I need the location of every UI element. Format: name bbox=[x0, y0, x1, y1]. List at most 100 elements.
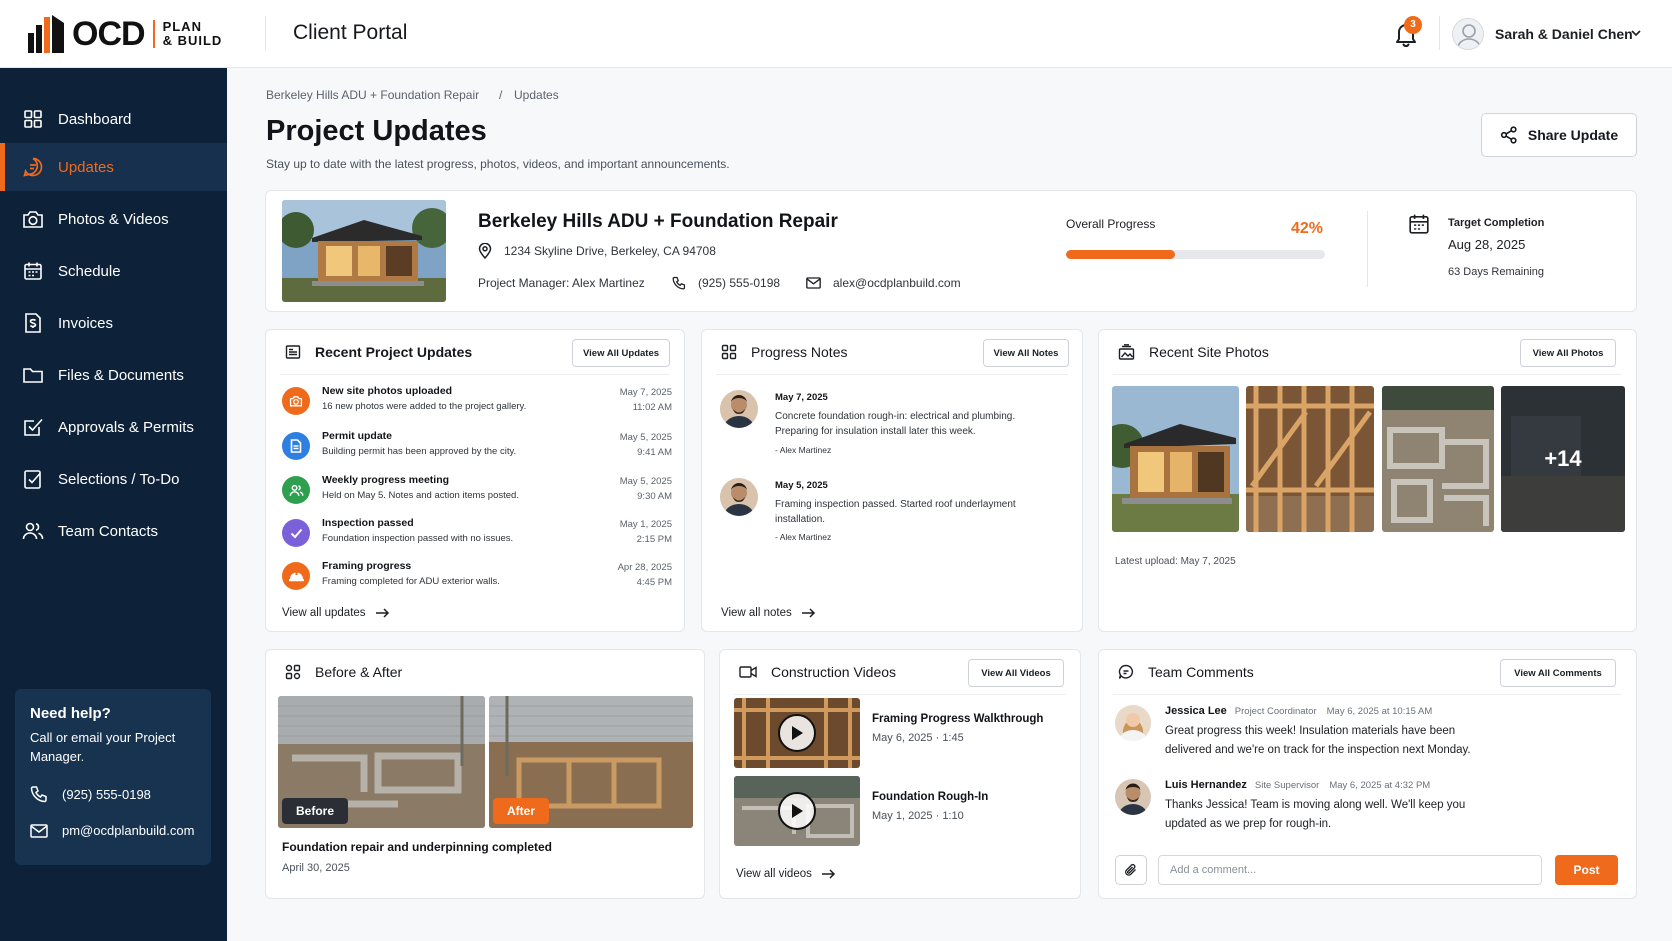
user-avatar[interactable] bbox=[1452, 18, 1484, 50]
share-update-button[interactable]: Share Update bbox=[1481, 113, 1637, 157]
breadcrumb-separator: / bbox=[499, 88, 503, 102]
sidebar-item-team-contacts[interactable]: Team Contacts bbox=[0, 507, 227, 555]
video-meta: May 6, 2025 · 1:45 bbox=[872, 732, 964, 744]
view-all-updates-link[interactable]: View all updates bbox=[282, 607, 390, 619]
sidebar-item-selections-todo[interactable]: Selections / To-Do bbox=[0, 455, 227, 503]
video-thumbnail[interactable] bbox=[734, 776, 860, 846]
progress-notes-header: Progress Notes bbox=[721, 344, 847, 360]
help-email[interactable]: pm@ocdplanbuild.com bbox=[30, 823, 194, 838]
project-manager: Project Manager: Alex Martinez bbox=[478, 276, 645, 290]
list-item[interactable]: New site photos uploaded 16 new photos w… bbox=[282, 385, 672, 425]
comment-item: Jessica Lee Project Coordinator May 6, 202… bbox=[1115, 705, 1585, 765]
sidebar-item-schedule[interactable]: Schedule bbox=[0, 247, 227, 295]
update-title: Inspection passed bbox=[322, 517, 414, 529]
view-all-videos-link[interactable]: View all videos bbox=[736, 868, 836, 880]
project-address: 1234 Skyline Drive, Berkeley, CA 94708 bbox=[478, 243, 716, 259]
update-date: May 5, 2025 bbox=[619, 432, 672, 443]
progress-bar-fill bbox=[1066, 250, 1175, 259]
team-comments-header: Team Comments bbox=[1118, 664, 1254, 680]
target-completion-label: Target Completion bbox=[1448, 217, 1545, 229]
progress-notes-title: Progress Notes bbox=[751, 344, 848, 360]
comment-role: Site Supervisor bbox=[1254, 780, 1320, 791]
comment-author-line: Luis Hernandez Site Supervisor May 6, 2025… bbox=[1165, 779, 1430, 791]
project-email[interactable]: alex@ocdplanbuild.com bbox=[806, 276, 961, 290]
note-author: - Alex Martinez bbox=[775, 532, 832, 542]
note-text: Framing inspection passed. Started roof … bbox=[775, 499, 1016, 525]
list-item[interactable]: Permit update Building permit has been a… bbox=[282, 430, 672, 470]
sidebar-item-dashboard[interactable]: Dashboard bbox=[0, 95, 227, 143]
view-all-updates-button[interactable]: View All Updates bbox=[572, 339, 670, 367]
update-date: Apr 28, 2025 bbox=[617, 562, 672, 573]
target-completion-date: Aug 28, 2025 bbox=[1448, 237, 1526, 252]
play-icon[interactable] bbox=[778, 714, 816, 752]
person-avatar-image bbox=[720, 478, 758, 516]
update-description: Held on May 5. Notes and action items po… bbox=[322, 490, 519, 501]
sidebar-item-files-documents[interactable]: Files & Documents bbox=[0, 351, 227, 399]
help-phone[interactable]: (925) 555-0198 bbox=[30, 785, 151, 803]
sidebar-item-updates[interactable]: Updates bbox=[0, 143, 227, 191]
list-item[interactable]: Inspection passed Foundation inspection … bbox=[282, 517, 672, 557]
top-bar: OCD PLAN & BUILD Client Portal 3 Sarah &… bbox=[0, 0, 1672, 68]
construction-videos-title: Construction Videos bbox=[771, 664, 897, 680]
breadcrumb-project[interactable]: Berkeley Hills ADU + Foundation Repair bbox=[266, 88, 479, 102]
note-text: Concrete foundation rough-in: electrical… bbox=[775, 411, 1016, 437]
site-photo[interactable] bbox=[1382, 386, 1494, 532]
view-all-notes-button[interactable]: View All Notes bbox=[983, 339, 1069, 367]
update-title: New site photos uploaded bbox=[322, 385, 453, 397]
company-logo[interactable]: OCD PLAN & BUILD bbox=[26, 12, 222, 56]
card-divider bbox=[280, 374, 670, 375]
card-divider bbox=[1113, 694, 1622, 695]
help-text: Call or email your Project Manager. bbox=[30, 730, 176, 764]
logo-subtext: PLAN & BUILD bbox=[163, 20, 223, 48]
arrow-right-icon bbox=[375, 608, 389, 618]
project-name: Berkeley Hills ADU + Foundation Repair bbox=[478, 211, 838, 232]
progress-bar bbox=[1066, 250, 1325, 259]
view-all-videos-button[interactable]: View All Videos bbox=[968, 659, 1064, 687]
before-after-card: Before & After Before After Foundation r… bbox=[265, 649, 705, 899]
update-timestamp: May 5, 2025 9:41 AM bbox=[620, 430, 672, 460]
update-timestamp: May 7, 2025 11:02 AM bbox=[620, 385, 672, 415]
video-title[interactable]: Framing Progress Walkthrough bbox=[872, 713, 1043, 725]
help-email-text: pm@ocdplanbuild.com bbox=[62, 823, 195, 838]
update-date: May 5, 2025 bbox=[619, 476, 672, 487]
note-author: - Alex Martinez bbox=[775, 445, 832, 455]
phone-icon bbox=[672, 276, 686, 290]
comment-role: Project Coordinator bbox=[1234, 706, 1317, 717]
update-time: 4:45 PM bbox=[636, 577, 672, 588]
comment-time: May 6, 2025 at 4:32 PM bbox=[1329, 780, 1431, 791]
project-photo[interactable] bbox=[282, 200, 446, 302]
update-description: 16 new photos were added to the project … bbox=[322, 401, 527, 412]
update-description: Building permit has been approved by the… bbox=[322, 446, 517, 457]
card-divider bbox=[1113, 374, 1622, 375]
more-photos-count: +14 bbox=[1501, 386, 1625, 532]
hardhat-icon bbox=[282, 562, 310, 590]
view-all-comments-button[interactable]: View All Comments bbox=[1500, 659, 1616, 687]
post-button[interactable]: Post bbox=[1555, 855, 1618, 885]
site-photo-more[interactable]: +14 bbox=[1501, 386, 1625, 532]
video-title[interactable]: Foundation Rough-In bbox=[872, 791, 988, 803]
sidebar-item-approvals-permits[interactable]: Approvals & Permits bbox=[0, 403, 227, 451]
view-all-notes-link[interactable]: View all notes bbox=[721, 607, 816, 619]
video-thumbnail[interactable] bbox=[734, 698, 860, 768]
project-phone[interactable]: (925) 555-0198 bbox=[672, 276, 780, 290]
location-pin-icon bbox=[478, 243, 492, 259]
page-subtitle: Stay up to date with the latest progress… bbox=[266, 157, 730, 171]
list-item[interactable]: Weekly progress meeting Held on May 5. N… bbox=[282, 474, 672, 514]
site-photo[interactable] bbox=[1246, 386, 1374, 532]
play-icon[interactable] bbox=[778, 792, 816, 830]
sidebar-item-invoices[interactable]: Invoices bbox=[0, 299, 227, 347]
update-time: 9:41 AM bbox=[637, 447, 672, 458]
recent-updates-title: Recent Project Updates bbox=[315, 344, 473, 360]
view-all-photos-button[interactable]: View All Photos bbox=[1520, 339, 1616, 367]
after-photo[interactable]: After bbox=[489, 696, 693, 828]
before-photo[interactable]: Before bbox=[278, 696, 485, 828]
site-photo[interactable] bbox=[1112, 386, 1239, 532]
logo-text: OCD bbox=[72, 14, 146, 53]
chevron-down-icon[interactable] bbox=[1630, 27, 1642, 39]
notification-badge: 3 bbox=[1404, 16, 1422, 34]
comment-input[interactable] bbox=[1158, 855, 1542, 885]
user-name[interactable]: Sarah & Daniel Chen bbox=[1495, 26, 1633, 42]
attach-button[interactable] bbox=[1115, 855, 1147, 885]
sidebar-item-photos-videos[interactable]: Photos & Videos bbox=[0, 195, 227, 243]
list-item[interactable]: Framing progress Framing completed for A… bbox=[282, 560, 672, 600]
